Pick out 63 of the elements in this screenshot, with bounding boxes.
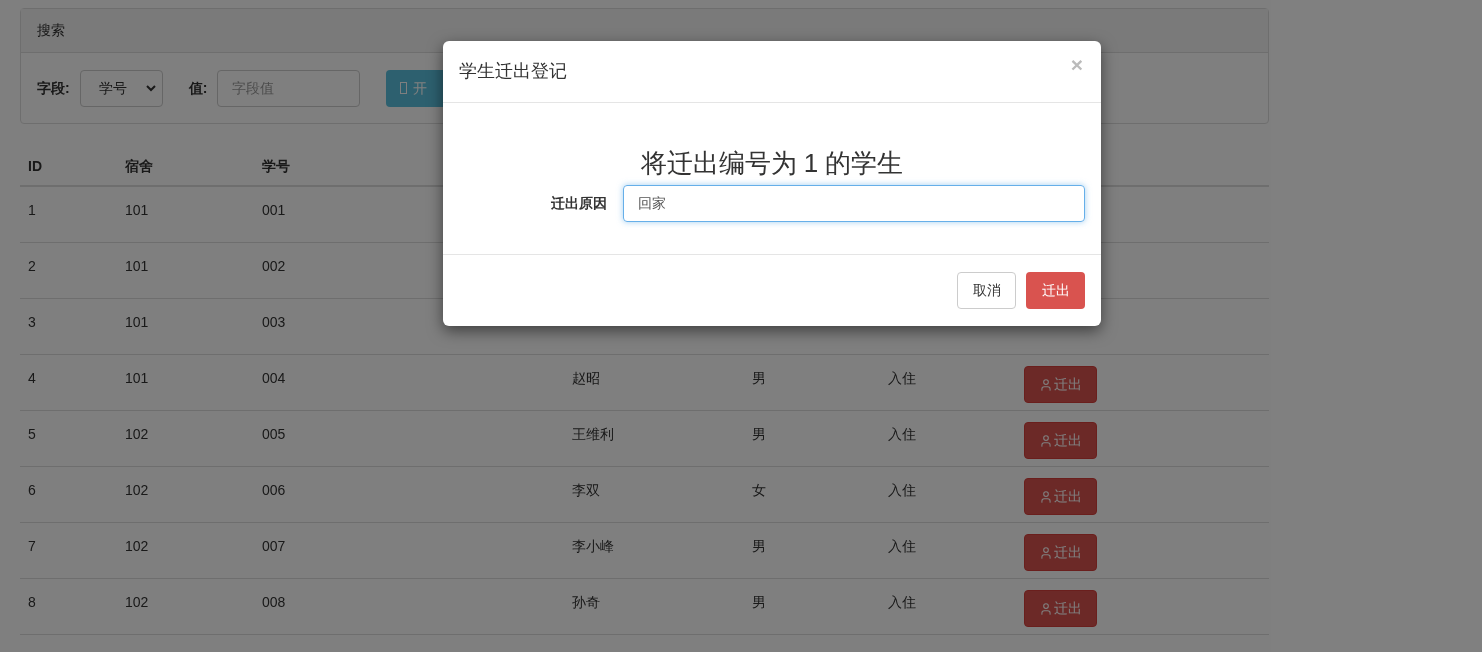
table-cell: 6 bbox=[28, 482, 36, 498]
table-cell: 男 bbox=[752, 594, 766, 610]
table-cell: 101 bbox=[125, 314, 149, 330]
table-cell: 入住 bbox=[888, 482, 916, 498]
table-cell: 102 bbox=[125, 426, 149, 442]
chevron-down-icon bbox=[145, 84, 156, 92]
panel-title: 搜索 bbox=[37, 21, 65, 40]
table-cell: 男 bbox=[752, 370, 766, 386]
user-icon bbox=[1039, 601, 1053, 616]
table-cell: 2 bbox=[28, 258, 36, 274]
table-cell: 5 bbox=[28, 426, 36, 442]
reason-label: 迁出原因 bbox=[551, 195, 607, 211]
table-cell: 王维利 bbox=[572, 426, 614, 442]
checkout-button[interactable]: 迁出 bbox=[1024, 534, 1097, 571]
column-header: 宿舍 bbox=[125, 158, 153, 174]
table-cell: 006 bbox=[262, 482, 286, 498]
table-cell: 3 bbox=[28, 314, 36, 330]
table-cell: 004 bbox=[262, 370, 286, 386]
user-icon bbox=[1039, 489, 1053, 504]
table-cell: 1 bbox=[28, 202, 36, 218]
close-button[interactable]: × bbox=[1070, 54, 1083, 75]
user-icon bbox=[1039, 377, 1053, 392]
field-label: 字段: bbox=[37, 78, 70, 98]
table-cell: 008 bbox=[262, 594, 286, 610]
table-cell: 003 bbox=[262, 314, 286, 330]
user-icon bbox=[1039, 545, 1053, 560]
table-cell: 男 bbox=[752, 538, 766, 554]
table-cell: 007 bbox=[262, 538, 286, 554]
table-cell: 男 bbox=[752, 426, 766, 442]
table-cell: 入住 bbox=[888, 426, 916, 442]
column-header: ID bbox=[28, 158, 42, 174]
table-cell: 101 bbox=[125, 202, 149, 218]
table-cell: 入住 bbox=[888, 370, 916, 386]
table-cell: 赵昭 bbox=[572, 370, 600, 386]
checkout-button[interactable]: 迁出 bbox=[1024, 478, 1097, 515]
table-cell: 李小峰 bbox=[572, 538, 614, 554]
table-cell: 002 bbox=[262, 258, 286, 274]
checkout-button[interactable]: 迁出 bbox=[1024, 366, 1097, 403]
cancel-button[interactable]: 取消 bbox=[957, 272, 1016, 309]
table-cell: 孙奇 bbox=[572, 594, 600, 610]
table-cell: 102 bbox=[125, 538, 149, 554]
table-cell: 101 bbox=[125, 258, 149, 274]
table-cell: 入住 bbox=[888, 594, 916, 610]
table-cell: 4 bbox=[28, 370, 36, 386]
table-cell: 001 bbox=[262, 202, 286, 218]
table-cell: 102 bbox=[125, 594, 149, 610]
table-cell: 8 bbox=[28, 594, 36, 610]
table-cell: 李双 bbox=[572, 482, 600, 498]
value-label: 值: bbox=[188, 78, 208, 98]
checkout-button[interactable]: 迁出 bbox=[1024, 422, 1097, 459]
table-cell: 7 bbox=[28, 538, 36, 554]
table-cell: 入住 bbox=[888, 538, 916, 554]
user-icon bbox=[1039, 433, 1053, 448]
reason-input[interactable]: 回家 bbox=[623, 185, 1085, 222]
column-header: 学号 bbox=[262, 158, 290, 174]
table-cell: 005 bbox=[262, 426, 286, 442]
field-select[interactable]: 学号 bbox=[79, 69, 163, 107]
table-cell: 女 bbox=[752, 482, 766, 498]
table-cell: 101 bbox=[125, 370, 149, 386]
checkout-button[interactable]: 迁出 bbox=[1024, 590, 1097, 627]
modal-heading: 将迁出编号为 1 的学生 bbox=[640, 148, 904, 178]
confirm-button[interactable]: 迁出 bbox=[1026, 272, 1085, 309]
table-cell: 102 bbox=[125, 482, 149, 498]
